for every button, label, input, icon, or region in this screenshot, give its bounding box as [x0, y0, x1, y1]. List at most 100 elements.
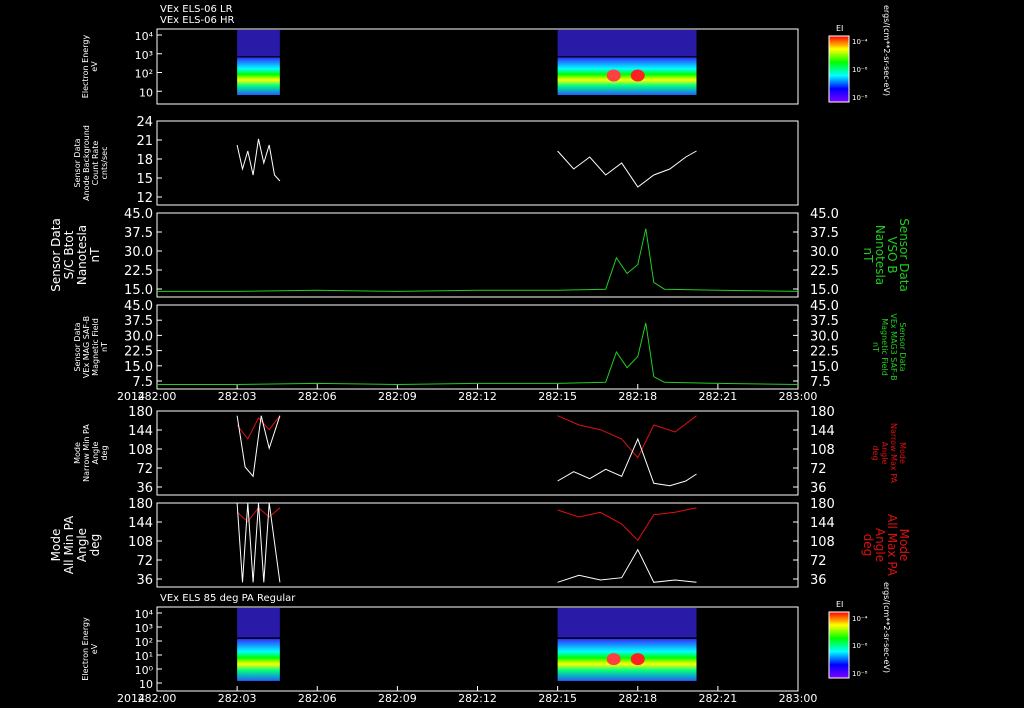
- y-tick-label-right: 22.5: [810, 345, 839, 360]
- y-tick-label: 7.5: [132, 375, 153, 390]
- y-tick-label-right: 144: [810, 424, 835, 439]
- y-axis-label-line: Mode: [73, 442, 82, 464]
- colorbar-unit: ergs/(cm**2-sr-sec-eV): [882, 5, 891, 96]
- y-tick-label-right: 72: [810, 462, 827, 477]
- panel7-title: VEx ELS 85 deg PA Regular: [160, 593, 296, 604]
- spectrogram-cell: [557, 638, 697, 681]
- x-tick-label: 282:18: [618, 390, 657, 403]
- right-axis-label-line: Sensor Data: [898, 322, 907, 371]
- x-tick-label: 282:12: [458, 692, 497, 705]
- y-tick-label: 18: [136, 153, 153, 168]
- y-axis-label-line: Electron Energy: [81, 617, 90, 681]
- y-tick-label-right: 36: [810, 573, 827, 588]
- y-tick-label: 24: [136, 115, 153, 130]
- x-tick-label: 282:09: [378, 692, 417, 705]
- right-axis-label-line: Mode: [898, 442, 907, 464]
- panel-frame: [156, 304, 799, 390]
- series-line-p3-green: [157, 228, 799, 292]
- y-tick-label-right: 22.5: [810, 264, 839, 279]
- y-axis-label-line: All Min PA: [62, 515, 76, 574]
- y-tick-label: 22.5: [124, 264, 153, 279]
- y-tick-label: 10²: [135, 68, 153, 81]
- y-tick-label: 10²: [135, 636, 153, 649]
- spectrogram-cell: [557, 608, 697, 638]
- right-axis-label-line: Magnetic Field: [880, 318, 889, 376]
- y-tick-label: 10³: [135, 622, 153, 635]
- x-tick-label: 282:21: [699, 390, 738, 403]
- y-axis-label-line: S/C Btot: [62, 230, 76, 279]
- y-axis-label-line: Narrow Min PA: [82, 424, 91, 482]
- series-line-p2-white: [557, 150, 697, 188]
- plot-canvas: VEx ELS-06 LR VEx ELS-06 HR VEx ELS 85 d…: [49, 4, 911, 705]
- y-tick-label: 10¹: [135, 650, 153, 663]
- y-tick-label: 30.0: [124, 329, 153, 344]
- panel-p2: 24 21 18 15 12 Sensor Data Anode Background Cou…: [73, 115, 799, 206]
- panel-p3: 45.0 45.0 37.5 37.5 30.0 30.0 22.5 22.5 15.0 15.0…: [49, 207, 911, 298]
- y-tick-label: 144: [128, 516, 153, 531]
- x-tick-label: 282:03: [218, 692, 257, 705]
- y-axis-label-line: Count Rate: [91, 141, 100, 186]
- panel-frame: [156, 410, 799, 496]
- y-tick-label-right: 144: [810, 516, 835, 531]
- y-tick-label: 37.5: [124, 314, 153, 329]
- y-tick-label-right: 45.0: [810, 299, 839, 314]
- colorbar-tick-top: 10⁻⁴: [852, 38, 868, 46]
- y-axis-label-line: eV: [90, 61, 99, 72]
- x-tick-label: 282:06: [298, 390, 337, 403]
- spectrogram-cell: [557, 30, 697, 57]
- right-axis-label-line: nT: [861, 248, 875, 264]
- right-axis-label-line: deg: [861, 534, 875, 557]
- y-tick-label-right: 15.0: [810, 283, 839, 298]
- panel-p5: 180 180144 144108 10872 7236 36Mode Narrow Min…: [73, 405, 907, 496]
- y-tick-label: 72: [136, 554, 153, 569]
- y-tick-label: 180: [128, 497, 153, 512]
- x-tick-label: 282:15: [538, 390, 577, 403]
- y-tick-label-right: 72: [810, 554, 827, 569]
- y-tick-label-right: 37.5: [810, 226, 839, 241]
- spectrogram-peak: [630, 69, 645, 82]
- y-tick-label: 15.0: [124, 360, 153, 375]
- y-axis-label-line: Sensor Data: [73, 138, 82, 187]
- y-tick-label-right: 36: [810, 481, 827, 496]
- y-tick-label: 37.5: [124, 226, 153, 241]
- spectrogram-peak: [630, 653, 645, 666]
- x-tick-label: 283:00: [779, 390, 818, 403]
- y-tick-label: 12: [136, 191, 153, 206]
- y-axis-label-line: Electron Energy: [81, 35, 90, 99]
- y-tick-label: 180: [128, 405, 153, 420]
- y-tick-label: 10³: [135, 49, 153, 62]
- year-label: 2014: [117, 692, 145, 705]
- y-tick-label-right: 108: [810, 535, 835, 550]
- right-axis-label-line: Narrow Max PA: [889, 423, 898, 484]
- panel-p1: 10⁴ 10³ 10² 10 Electron Energy eV: [81, 28, 799, 105]
- colorbar-top: EI 10⁻⁴ 10⁻⁶ 10⁻⁸ ergs/(cm**2-sr-sec-eV): [828, 5, 891, 103]
- y-tick-label: 108: [128, 443, 153, 458]
- spectrogram-cell: [237, 57, 280, 95]
- y-tick-label-right: 7.5: [810, 375, 831, 390]
- y-axis-label-line: Sensor Data: [49, 218, 63, 292]
- right-axis-label-line: Angle: [880, 442, 889, 465]
- y-tick-label: 21: [136, 134, 153, 149]
- x-tick-label: 282:18: [618, 692, 657, 705]
- colorbar-label: EI: [836, 24, 843, 33]
- right-axis-label-line: deg: [871, 445, 880, 460]
- y-tick-label: 15.0: [124, 283, 153, 298]
- colorbar2-tick-bottom: 10⁻⁸: [852, 670, 868, 678]
- series-line-p2-white: [236, 138, 281, 182]
- series-line-p4-green: [157, 322, 799, 386]
- colorbar-tick-mid: 10⁻⁶: [852, 66, 868, 74]
- right-axis-label-line: VEx MAG3 SAF-B: [889, 313, 898, 380]
- colorbar2-tick-top: 10⁻⁴: [852, 615, 868, 623]
- y-tick-label: 72: [136, 462, 153, 477]
- y-tick-label: 15: [136, 172, 153, 187]
- y-tick-label-right: 108: [810, 443, 835, 458]
- spectrogram-cell: [557, 57, 697, 95]
- y-axis-label-line: cnts/sec: [100, 147, 109, 180]
- y-axis-label-line: Angle: [91, 442, 100, 465]
- y-axis-label-line: deg: [88, 534, 102, 557]
- series-line-p5-red: [557, 415, 697, 459]
- series-line-p6-white: [557, 548, 697, 583]
- y-tick-label: 10⁰: [135, 664, 154, 677]
- colorbar-unit-2: ergs/(cm**2-sr-sec-eV): [882, 582, 891, 673]
- y-tick-label: 36: [136, 573, 153, 588]
